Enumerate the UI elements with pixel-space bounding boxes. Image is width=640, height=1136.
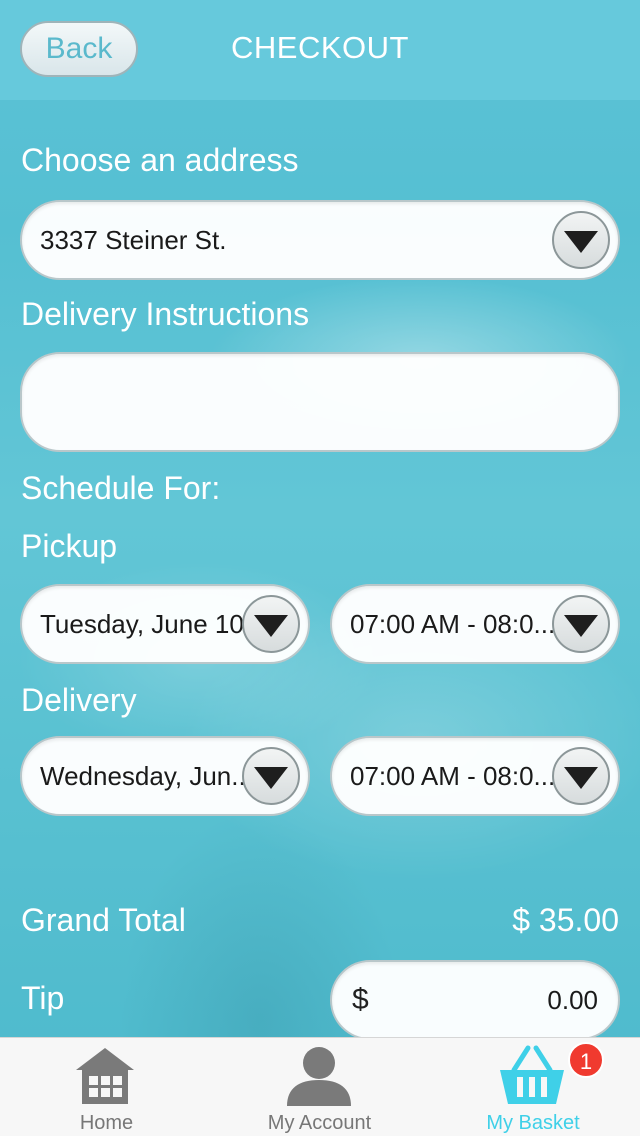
address-select[interactable]: 3337 Steiner St. [20, 200, 620, 280]
delivery-instructions-field[interactable] [20, 352, 620, 452]
tab-my-account[interactable]: My Account [213, 1038, 426, 1136]
pickup-time-dropdown-button[interactable] [552, 595, 610, 653]
basket-icon [500, 1045, 564, 1104]
chevron-down-icon [254, 767, 288, 789]
chevron-down-icon [564, 231, 598, 253]
nav-header: Back CHECKOUT [0, 0, 640, 100]
tab-my-basket[interactable]: 1 My Basket [426, 1038, 640, 1136]
tab-home[interactable]: Home [0, 1038, 213, 1136]
chevron-down-icon [254, 615, 288, 637]
tab-home-label: Home [79, 1112, 134, 1134]
delivery-time-dropdown-button[interactable] [552, 747, 610, 805]
delivery-time-select[interactable]: 07:00 AM - 08:0... [330, 736, 620, 816]
pickup-date-dropdown-button[interactable] [242, 595, 300, 653]
basket-count-badge: 1 [568, 1042, 604, 1078]
delivery-date-dropdown-button[interactable] [242, 747, 300, 805]
tab-my-basket-label: My Basket [486, 1112, 580, 1134]
grand-total-value: $ 35.00 [512, 902, 619, 938]
tab-my-account-label: My Account [267, 1112, 372, 1134]
address-value: 3337 Steiner St. [40, 224, 227, 255]
tip-label: Tip [21, 980, 65, 1016]
tab-bar: Home My Account 1 My Basket [0, 1037, 640, 1136]
chevron-down-icon [564, 615, 598, 637]
address-label: Choose an address [21, 142, 299, 178]
instructions-label: Delivery Instructions [21, 296, 310, 332]
tip-value: 0.00 [547, 984, 598, 1015]
delivery-date-value: Wednesday, Jun... [40, 760, 245, 791]
grand-total-label: Grand Total [21, 902, 186, 938]
pickup-time-value: 07:00 AM - 08:0... [350, 608, 555, 639]
schedule-label: Schedule For: [21, 470, 221, 506]
delivery-label: Delivery [21, 682, 137, 718]
pickup-date-value: Tuesday, June 10 [40, 608, 244, 639]
pickup-time-select[interactable]: 07:00 AM - 08:0... [330, 584, 620, 664]
tip-input[interactable]: $ 0.00 [330, 960, 620, 1040]
pickup-date-select[interactable]: Tuesday, June 10 [20, 584, 310, 664]
tip-currency-symbol: $ [352, 983, 369, 1016]
address-dropdown-button[interactable] [552, 211, 610, 269]
person-icon [287, 1047, 351, 1106]
pickup-label: Pickup [21, 528, 118, 564]
chevron-down-icon [564, 767, 598, 789]
delivery-date-select[interactable]: Wednesday, Jun... [20, 736, 310, 816]
page-title: CHECKOUT [231, 30, 409, 65]
delivery-time-value: 07:00 AM - 08:0... [350, 760, 555, 791]
home-icon [76, 1048, 134, 1104]
